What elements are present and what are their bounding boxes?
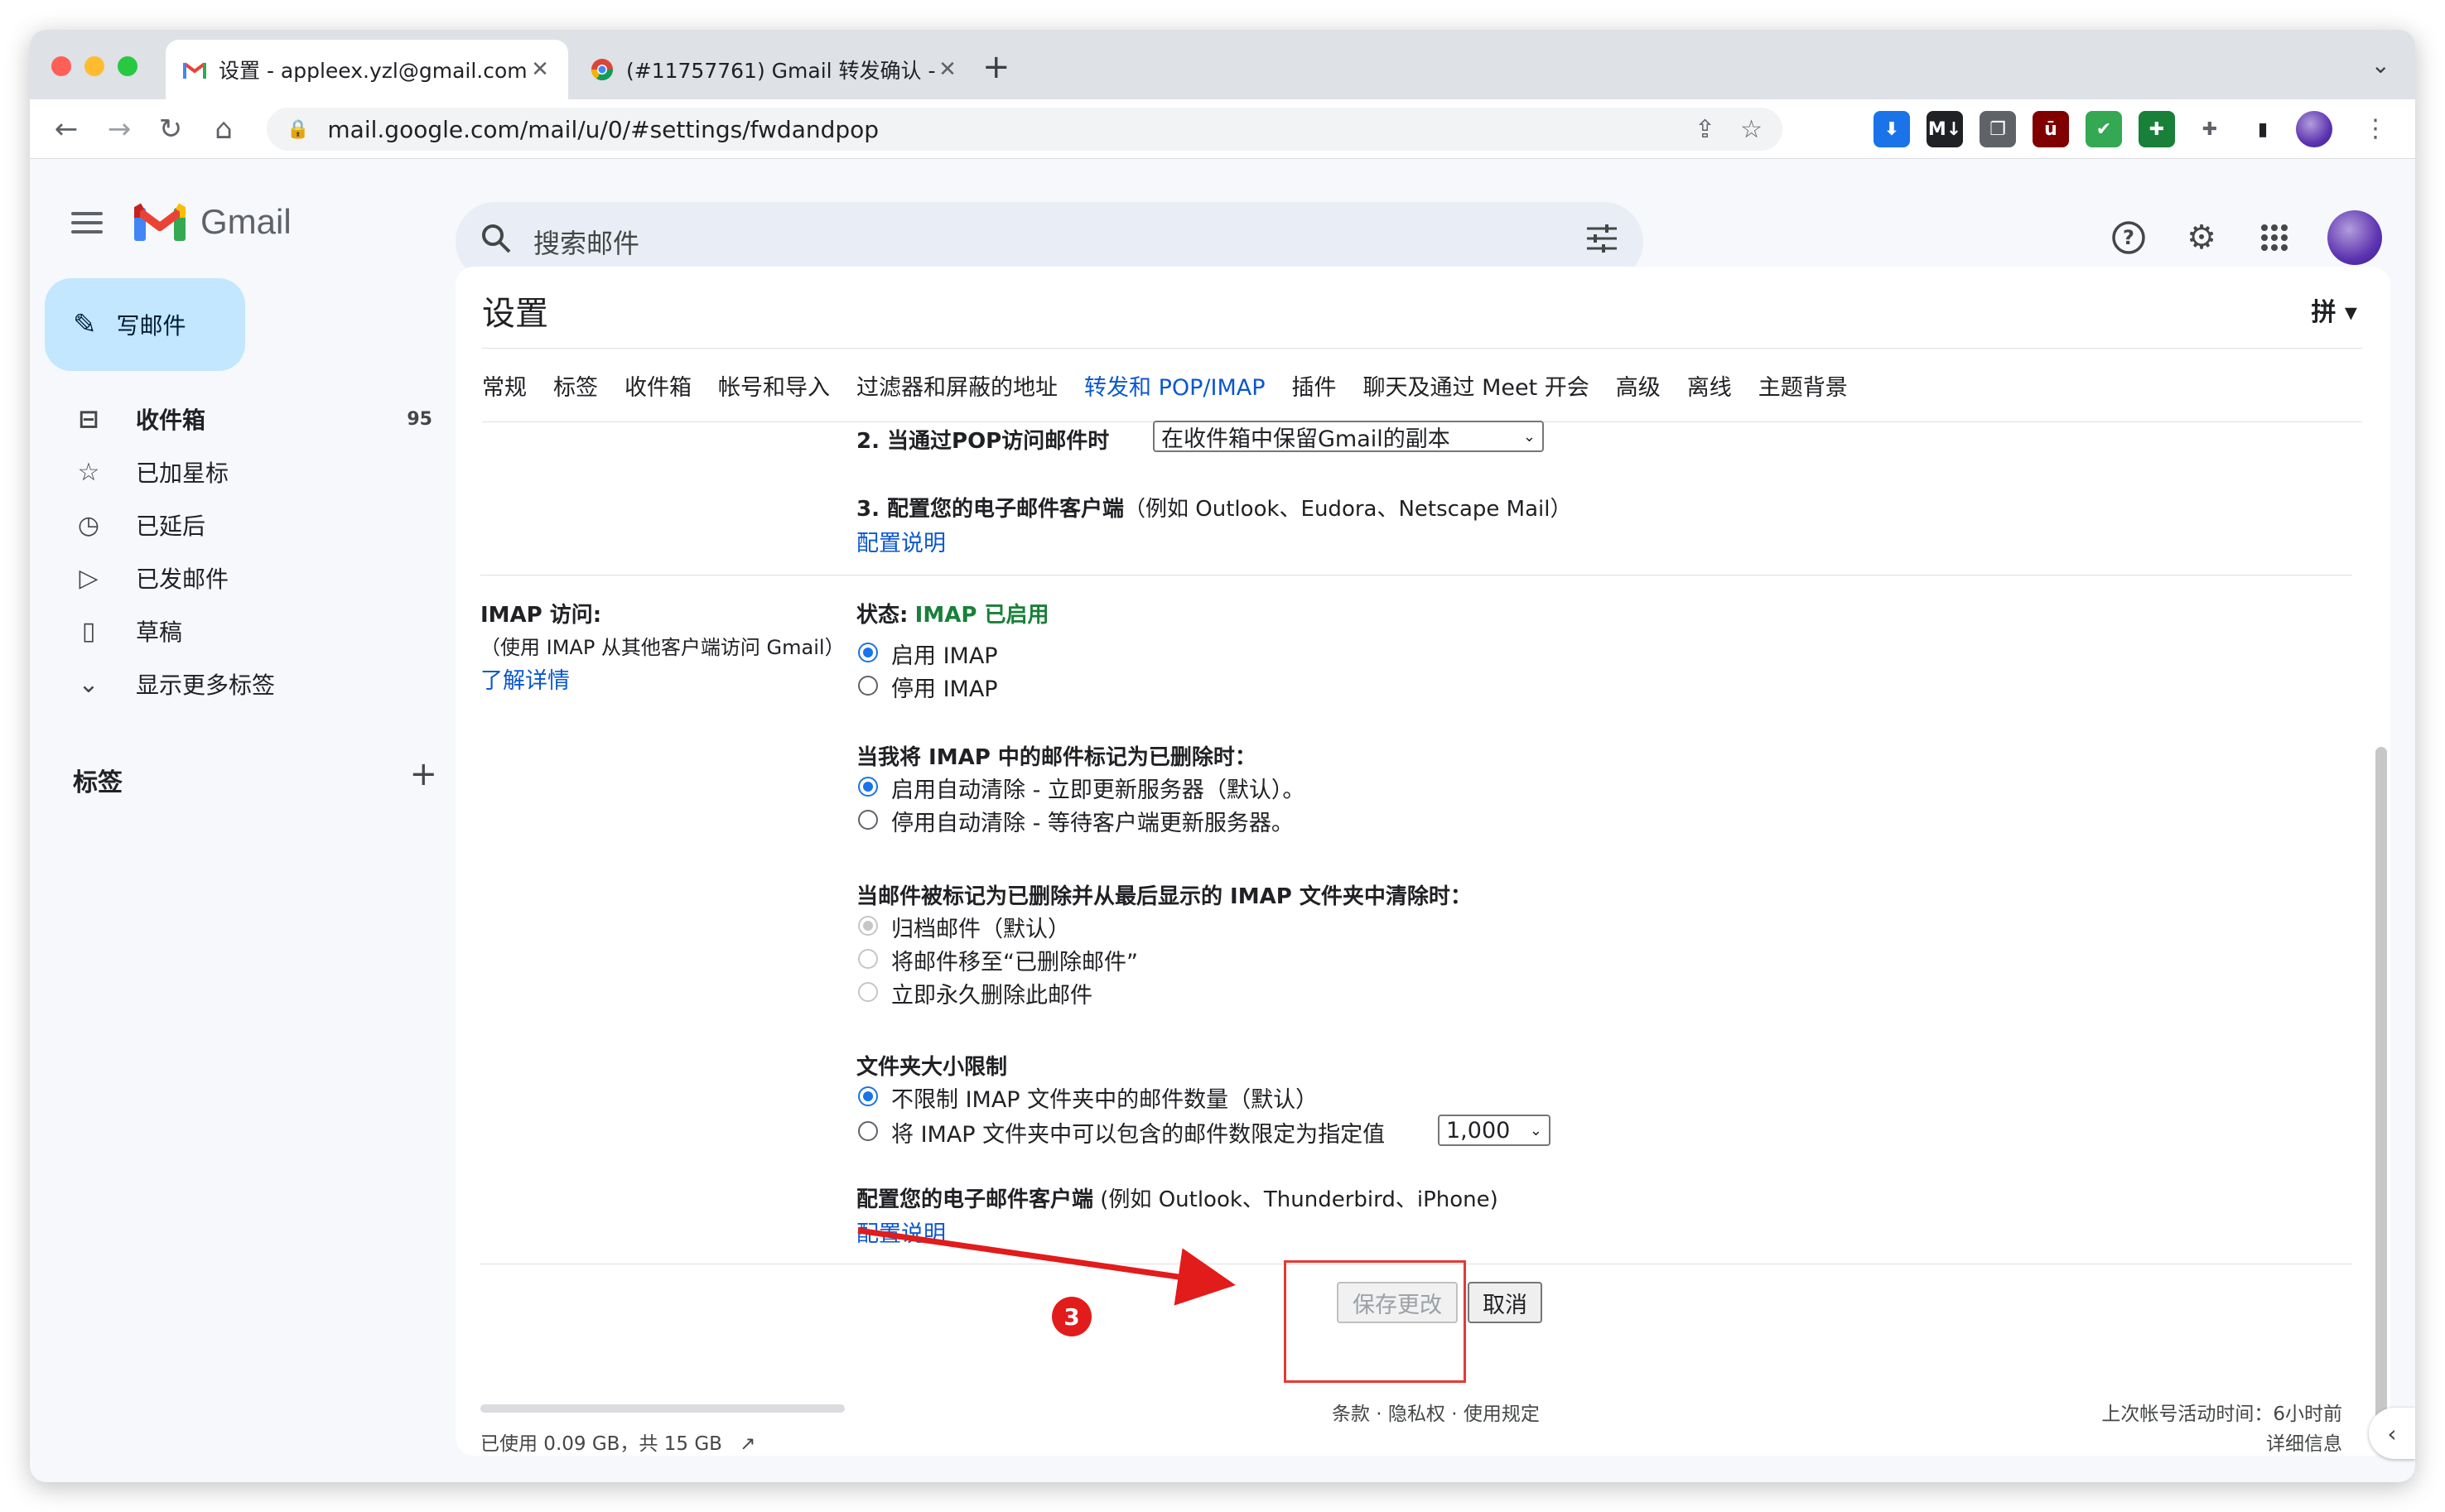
compose-label: 写邮件: [116, 312, 186, 339]
sidebar-nav: ⊟ 收件箱 95 ☆ 已加星标 ◷ 已延后 ▷ 已发邮件 ▯ 草稿 ⌄ 显示更多标签: [30, 392, 461, 710]
browser-window: 设置 - appleex.yzl@gmail.com ✕ (#11757761)…: [30, 30, 2415, 1482]
tab-title: (#11757761) Gmail 转发确认 - A: [626, 59, 936, 83]
pencil-icon: ✎: [73, 308, 97, 341]
close-tab-icon[interactable]: ✕: [528, 57, 552, 82]
send-icon: ▷: [79, 563, 99, 593]
scrollbar[interactable]: [2370, 267, 2390, 1456]
unread-count: 95: [407, 408, 432, 430]
extensions-icon[interactable]: ✚: [2192, 111, 2228, 147]
markdown-ext-icon[interactable]: M↓: [1927, 111, 1963, 147]
labels-title: 标签: [73, 768, 123, 797]
sidebar-item-label: 显示更多标签: [136, 672, 276, 699]
puzzle-green-ext-icon[interactable]: ✚: [2139, 111, 2175, 147]
sidebar-item-label: 收件箱: [136, 407, 206, 434]
zoom-window-button[interactable]: [118, 56, 137, 76]
chevron-left-icon: ‹: [2387, 1419, 2397, 1447]
sidebar-item-label: 已延后: [136, 513, 206, 540]
bookmark-star-icon[interactable]: ☆: [1740, 115, 1763, 144]
header-actions: ? ⚙: [2109, 210, 2382, 265]
reload-icon[interactable]: ↻: [154, 113, 187, 146]
sidebar-item-send[interactable]: ▷ 已发邮件: [30, 551, 461, 604]
account-avatar[interactable]: [2327, 210, 2382, 265]
help-icon[interactable]: ?: [2109, 218, 2148, 258]
details-link[interactable]: 详细信息: [2266, 1428, 2342, 1456]
footer-links[interactable]: 条款 · 隐私权 · 使用规定: [1332, 1398, 1540, 1426]
lock-icon: 🔒: [287, 118, 310, 140]
profile-avatar[interactable]: [2296, 111, 2332, 147]
draft-icon: ▯: [81, 616, 96, 646]
open-external-icon[interactable]: ↗: [740, 1433, 755, 1455]
settings-gear-icon[interactable]: ⚙: [2182, 218, 2221, 258]
labels-header: 标签 +: [73, 758, 437, 798]
sidebar-item-star[interactable]: ☆ 已加星标: [30, 445, 461, 498]
save-highlight-box: [1284, 1260, 1466, 1383]
last-activity: 上次帐号活动时间：6小时前: [2101, 1404, 2342, 1425]
gmail-logo[interactable]: Gmail: [133, 202, 292, 242]
shield-ext-icon[interactable]: ✔: [2086, 111, 2122, 147]
share-icon[interactable]: ⇪: [1695, 115, 1715, 144]
sidebar-item-label: 已加星标: [136, 460, 229, 487]
copy-ext-icon[interactable]: ❐: [1980, 111, 2016, 147]
search-options-icon[interactable]: [1585, 224, 1618, 261]
clock-icon: ◷: [77, 510, 100, 540]
storage-usage: 已使用 0.09 GB，共 15 GB ↗: [480, 1428, 756, 1456]
sidebar-item-draft[interactable]: ▯ 草稿: [30, 604, 461, 657]
tab-strip: 设置 - appleex.yzl@gmail.com ✕ (#11757761)…: [30, 30, 2415, 99]
main-menu-icon[interactable]: [71, 212, 103, 234]
sidebar-item-inbox[interactable]: ⊟ 收件箱 95: [30, 392, 461, 445]
settings-panel: 设置 拼 ▾ 常规 标签 收件箱 帐号和导入 过滤器和屏蔽的地址 转发和 POP/IMAP…: [456, 267, 2390, 1456]
gmail-m-icon: [133, 203, 186, 241]
back-icon[interactable]: ←: [50, 113, 83, 146]
browser-tab-forward-confirm[interactable]: (#11757761) Gmail 转发确认 - A ✕: [573, 40, 976, 99]
search-icon[interactable]: [480, 223, 512, 262]
ublock-ext-icon[interactable]: ū: [2033, 111, 2069, 147]
sidepanel-icon[interactable]: ▮: [2245, 111, 2281, 147]
forward-icon[interactable]: →: [103, 113, 136, 146]
search-input[interactable]: 搜索邮件: [533, 223, 1585, 261]
annotation-step-badge: 3: [1052, 1297, 1092, 1336]
sidebar-item-label: 草稿: [136, 619, 183, 646]
apps-grid-icon[interactable]: [2255, 218, 2294, 258]
browser-tab-settings[interactable]: 设置 - appleex.yzl@gmail.com ✕: [166, 40, 568, 99]
chevron-down-icon: ⌄: [78, 669, 99, 699]
downloader-ext-icon[interactable]: ⬇: [1874, 111, 1910, 147]
extensions-row: ⬇ M↓ ❐ ū ✔ ✚ ✚ ▮: [1874, 111, 2281, 147]
close-window-button[interactable]: [51, 56, 71, 76]
svg-text:?: ?: [2123, 226, 2134, 249]
new-tab-button[interactable]: +: [982, 48, 1010, 86]
browser-toolbar: ← → ↻ ⌂ 🔒 mail.google.com/mail/u/0/#sett…: [30, 99, 2415, 159]
add-label-button[interactable]: +: [409, 758, 437, 798]
inbox-icon: ⊟: [78, 404, 99, 434]
gmail-icon: [182, 57, 207, 82]
tab-title: 设置 - appleex.yzl@gmail.com: [219, 59, 528, 83]
compose-button[interactable]: ✎ 写邮件: [45, 278, 245, 371]
sidebar-item-chevron-down[interactable]: ⌄ 显示更多标签: [30, 657, 461, 710]
storage-meter: [480, 1404, 845, 1413]
storage-text: 已使用 0.09 GB，共 15 GB: [480, 1433, 722, 1455]
sidebar-item-clock[interactable]: ◷ 已延后: [30, 498, 461, 551]
sidebar-item-label: 已发邮件: [136, 566, 229, 593]
scrollbar-thumb[interactable]: [2375, 747, 2387, 1426]
gmail-wordmark: Gmail: [200, 202, 292, 241]
close-tab-icon[interactable]: ✕: [936, 57, 959, 82]
chrome-menu-icon[interactable]: ⋮: [2359, 113, 2392, 146]
show-side-panel-button[interactable]: ‹: [2369, 1408, 2415, 1459]
address-bar[interactable]: 🔒 mail.google.com/mail/u/0/#settings/fwd…: [267, 108, 1782, 151]
star-icon: ☆: [77, 457, 100, 487]
home-icon[interactable]: ⌂: [207, 113, 240, 146]
url-text: mail.google.com/mail/u/0/#settings/fwdan…: [327, 115, 880, 143]
chrome-icon: [590, 57, 615, 82]
tab-search-icon[interactable]: ⌄: [2371, 51, 2390, 79]
minimize-window-button[interactable]: [84, 56, 104, 76]
